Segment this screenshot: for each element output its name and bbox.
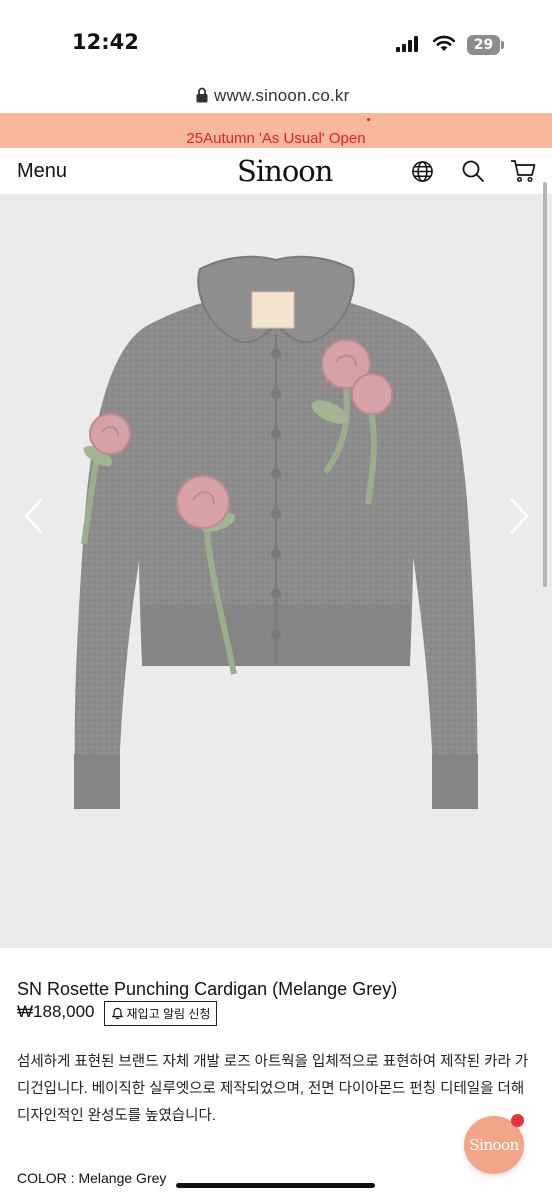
scrollbar[interactable] [543, 182, 547, 587]
product-price: ₩188,000 [17, 1002, 95, 1021]
bell-icon [111, 1007, 123, 1020]
restock-alert-button[interactable]: 재입고 알림 신청 [104, 1001, 217, 1026]
product-color: COLOR : Melange Grey [17, 1170, 167, 1186]
product-image[interactable] [0, 194, 552, 948]
battery-tip [501, 41, 504, 49]
logo[interactable]: Sinoon [237, 154, 333, 188]
chevron-left-icon[interactable] [23, 497, 45, 535]
wifi-icon [432, 35, 456, 51]
notification-badge [511, 1114, 524, 1127]
chevron-right-icon[interactable] [508, 497, 530, 535]
promo-banner[interactable]: 25Autumn 'As Usual' Open [0, 113, 552, 148]
lock-icon [196, 87, 208, 103]
promo-text[interactable]: 25Autumn 'As Usual' Open [0, 130, 552, 147]
cart-icon[interactable] [510, 159, 536, 183]
product-description: 섬세하게 표현된 브랜드 자체 개발 로즈 아트웍을 입체적으로 표현하여 제작… [17, 1054, 529, 1124]
search-icon[interactable] [461, 159, 485, 183]
url-text[interactable]: www.sinoon.co.kr [214, 86, 349, 106]
product-title: SN Rosette Punching Cardigan (Melange Gr… [17, 979, 398, 999]
status-time: 12:42 [72, 30, 139, 54]
chat-button-label: Sinoon [469, 1136, 519, 1154]
battery-icon: 29 [467, 35, 500, 55]
signal-icon [396, 36, 418, 52]
promo-dot [367, 118, 370, 121]
restock-alert-label: 재입고 알림 신청 [126, 1007, 211, 1021]
home-indicator [176, 1183, 375, 1188]
globe-icon[interactable] [411, 160, 434, 183]
menu-button[interactable]: Menu [17, 160, 67, 183]
cardigan-illustration [74, 255, 478, 809]
